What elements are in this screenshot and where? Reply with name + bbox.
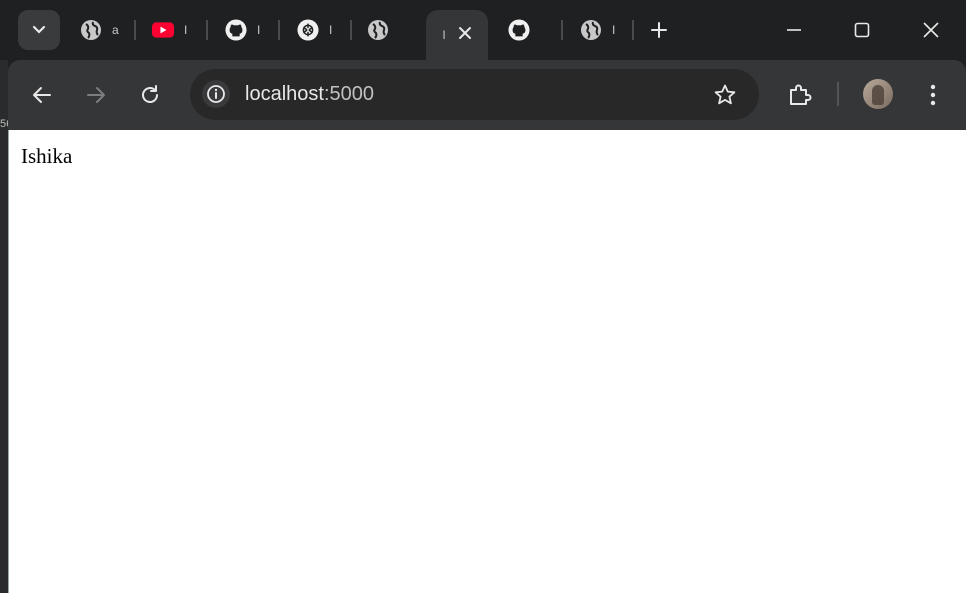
toolbar-divider <box>837 82 839 106</box>
tab-separator <box>561 20 563 40</box>
more-vertical-icon <box>930 84 936 106</box>
tab-separator <box>134 20 136 40</box>
arrow-right-icon <box>87 87 105 103</box>
close-icon <box>923 22 939 38</box>
tab-separator <box>206 20 208 40</box>
close-window-button[interactable] <box>901 10 961 50</box>
chevron-down-icon <box>32 25 46 34</box>
page-text: Ishika <box>21 144 73 168</box>
tab-title: I <box>612 23 616 37</box>
reload-icon <box>142 85 158 103</box>
minimize-icon <box>787 29 801 31</box>
github-icon <box>225 19 247 41</box>
tab-openai[interactable]: I <box>297 10 332 50</box>
tab-globe-2[interactable] <box>367 10 399 50</box>
bookmark-button[interactable] <box>711 81 739 109</box>
reload-button[interactable] <box>135 80 165 110</box>
tab-active[interactable]: I <box>426 10 488 60</box>
globe-icon <box>580 19 602 41</box>
close-tab-icon[interactable] <box>458 26 472 45</box>
address-bar[interactable]: localhost:5000 <box>190 69 759 120</box>
github-icon <box>508 19 530 41</box>
tab-title: I <box>184 23 188 37</box>
plus-icon <box>651 22 667 38</box>
tab-title: I <box>329 23 333 37</box>
menu-button[interactable] <box>918 80 948 110</box>
youtube-icon <box>152 19 174 41</box>
tab-github-1[interactable]: I <box>225 10 260 50</box>
arrow-left-icon <box>33 87 51 103</box>
tab-github-2[interactable] <box>508 10 540 50</box>
info-icon <box>207 85 225 103</box>
site-info-button[interactable] <box>202 80 230 108</box>
tab-search-button[interactable] <box>18 10 60 50</box>
tab-title: I <box>442 28 446 42</box>
page-content: Ishika <box>8 130 966 593</box>
profile-avatar[interactable] <box>863 79 893 109</box>
back-button[interactable] <box>27 80 57 110</box>
tab-title: a <box>112 23 119 37</box>
url-port: :5000 <box>323 83 374 105</box>
tab-globe-3[interactable]: I <box>580 10 615 50</box>
minimize-button[interactable] <box>764 10 824 50</box>
globe-icon <box>367 19 389 41</box>
new-tab-button[interactable] <box>645 15 673 45</box>
tab-globe-1[interactable]: a <box>80 10 119 50</box>
tab-strip: a I I I I I <box>0 0 966 60</box>
forward-button[interactable] <box>81 80 111 110</box>
puzzle-icon <box>790 84 812 105</box>
tab-separator <box>278 20 280 40</box>
url-text[interactable]: localhost:5000 <box>245 83 374 106</box>
window-edge: 56 <box>0 0 12 593</box>
extensions-button[interactable] <box>785 80 815 110</box>
maximize-icon <box>854 22 870 38</box>
maximize-button[interactable] <box>832 10 892 50</box>
url-host: localhost <box>245 83 324 105</box>
openai-icon <box>297 19 319 41</box>
star-icon <box>714 84 736 105</box>
browser-toolbar: localhost:5000 <box>8 60 966 130</box>
globe-icon <box>80 19 102 41</box>
tab-separator <box>632 20 634 40</box>
tab-title: I <box>257 23 261 37</box>
tab-youtube[interactable]: I <box>152 10 187 50</box>
tab-separator <box>350 20 352 40</box>
